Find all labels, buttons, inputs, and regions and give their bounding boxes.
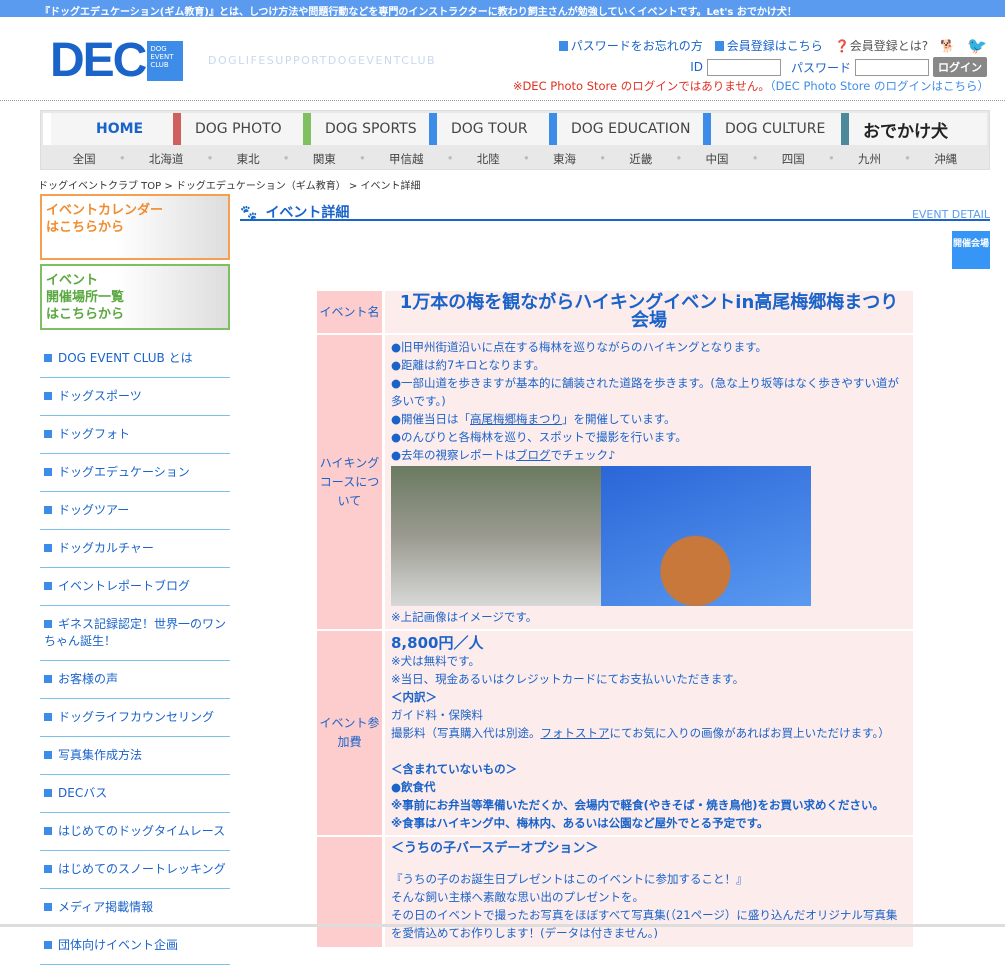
header: DEC DOG EVENT CLUB DOGLIFESUPPORTDOGEVENTC…: [0, 17, 1005, 101]
logo-box: DOG EVENT CLUB: [147, 41, 184, 81]
login-button[interactable]: ログイン: [933, 57, 987, 77]
logo-text: DEC: [50, 34, 147, 87]
row-label: イベント参加費: [317, 631, 385, 835]
row-label: [317, 837, 385, 947]
nav-tab-2[interactable]: DOG SPORTS: [303, 113, 429, 145]
sidebar-item[interactable]: ドッグカルチャー: [40, 530, 230, 568]
table-row: ハイキングコースについて ●旧甲州街道沿いに点在する梅林を巡りながらのハイキング…: [317, 335, 913, 629]
sidebar-item[interactable]: はじめてのスノートレッキング: [40, 851, 230, 889]
separator-dot: •: [675, 151, 683, 165]
region-link[interactable]: 近畿: [629, 151, 652, 167]
event-calendar-banner[interactable]: イベントカレンダー はこちらから: [40, 194, 230, 260]
separator-dot: •: [827, 151, 835, 165]
sidebar-item[interactable]: 団体向けイベント企画: [40, 927, 230, 965]
password-label: パスワード: [790, 60, 851, 75]
region-link[interactable]: 東海: [553, 151, 576, 167]
nav-tab-0[interactable]: HOME: [43, 113, 173, 145]
sidebar-item[interactable]: ドッグツアー: [40, 492, 230, 530]
nav-tab-5[interactable]: DOG CULTURE: [703, 113, 841, 145]
birthday-option: ＜うちの子バースデーオプション＞ 『うちの子のお誕生日プレゼントはこのイベントに…: [385, 837, 913, 947]
sidebar-item[interactable]: 写真集作成方法: [40, 737, 230, 775]
sidebar-item[interactable]: ドッグスポーツ: [40, 378, 230, 416]
venue-list-banner[interactable]: イベント 開催場所一覧 はこちらから: [40, 264, 230, 330]
main-nav: HOME DOG PHOTO DOG SPORTS DOG TOUR DOG EDUCA…: [40, 110, 990, 170]
event-detail-table: イベント名 1万本の梅を観ながらハイキングイベントin高尾梅郷梅まつり会場 ハイ…: [317, 289, 913, 949]
id-label: ID: [690, 60, 703, 74]
region-link[interactable]: 関東: [313, 151, 336, 167]
region-link[interactable]: 甲信越: [389, 151, 424, 167]
separator-dot: •: [599, 151, 607, 165]
twitter-icon[interactable]: 🐦: [967, 36, 987, 55]
venue-button[interactable]: 開催会場: [952, 231, 990, 269]
course-info: ●旧甲州街道沿いに点在する梅林を巡りながらのハイキングとなります。 ●距離は約7キ…: [385, 335, 913, 629]
sidebar-item[interactable]: DOG EVENT CLUB とは: [40, 340, 230, 378]
page-title: 🐾 イベント詳細 EVENT DETAIL: [240, 202, 990, 221]
dog-icon[interactable]: 🐕: [940, 39, 955, 53]
region-link[interactable]: 中国: [705, 151, 728, 167]
region-link[interactable]: 北海道: [149, 151, 184, 167]
login-notice: ※DEC Photo Store のログインではありません。（DEC Photo…: [512, 79, 989, 93]
nav-tab-3[interactable]: DOG TOUR: [429, 113, 549, 145]
id-input[interactable]: [706, 58, 781, 76]
nav-tab-6[interactable]: おでかけ犬: [841, 113, 987, 145]
about-membership-link[interactable]: ❓会員登録とは?: [835, 37, 928, 54]
photo-store-link[interactable]: フォトストア: [541, 726, 610, 740]
blog-link[interactable]: ブログ: [516, 448, 551, 462]
sidebar-item[interactable]: ギネス記録認定！世界一のワンちゃん誕生！: [40, 606, 230, 661]
dec-logo[interactable]: DEC DOG EVENT CLUB: [50, 34, 184, 87]
region-link[interactable]: 沖縄: [934, 151, 957, 167]
arrow-icon: [714, 41, 724, 51]
sidebar-item[interactable]: はじめてのドッグタイムレース: [40, 813, 230, 851]
paw-icon: 🐾: [240, 205, 258, 221]
sidebar-item[interactable]: DECバス: [40, 775, 230, 813]
region-link[interactable]: 東北: [237, 151, 260, 167]
sidebar-item[interactable]: メディア掲載情報: [40, 889, 230, 927]
sidebar-item[interactable]: お客様の声: [40, 661, 230, 699]
separator-dot: •: [206, 151, 214, 165]
festival-link[interactable]: 高尾梅郷梅まつり: [470, 412, 562, 426]
event-name: 1万本の梅を観ながらハイキングイベントin高尾梅郷梅まつり会場: [385, 291, 913, 333]
sidebar-item[interactable]: ドッグフォト: [40, 416, 230, 454]
sidebar-item[interactable]: ドッグエデュケーション: [40, 454, 230, 492]
login-form: ID パスワード ログイン: [690, 57, 987, 77]
tagline: DOGLIFESUPPORTDOGEVENTCLUB: [208, 54, 437, 67]
separator-dot: •: [118, 151, 126, 165]
separator-dot: •: [751, 151, 759, 165]
table-row: イベント名 1万本の梅を観ながらハイキングイベントin高尾梅郷梅まつり会場: [317, 291, 913, 333]
table-row: ＜うちの子バースデーオプション＞ 『うちの子のお誕生日プレゼントはこのイベントに…: [317, 837, 913, 947]
row-label: イベント名: [317, 291, 385, 333]
sidebar: イベントカレンダー はこちらから イベント 開催場所一覧 はこちらから DOG EVE…: [40, 194, 230, 965]
region-link[interactable]: 北陸: [477, 151, 500, 167]
separator-dot: •: [523, 151, 530, 165]
breadcrumb[interactable]: ドッグイベントクラブ TOP > ドッグエデュケーション（ギム教育） > イベン…: [38, 177, 420, 192]
region-link[interactable]: 四国: [782, 151, 805, 167]
sidebar-item[interactable]: イベントレポートブログ: [40, 568, 230, 606]
password-input[interactable]: [855, 58, 929, 76]
sidebar-item[interactable]: ドッグライフカウンセリング: [40, 699, 230, 737]
region-link[interactable]: 全国: [73, 151, 96, 167]
separator-dot: •: [446, 151, 454, 165]
nav-tab-1[interactable]: DOG PHOTO: [173, 113, 303, 145]
top-announcement-bar: 『ドッグエデュケーション(ギム教育)』とは、しつけ方法や問題行動などを専門のイン…: [0, 0, 1005, 18]
region-link[interactable]: 九州: [858, 151, 881, 167]
separator-dot: •: [359, 151, 366, 165]
dog-plum-blossom-photo: [601, 466, 811, 606]
nav-tab-4[interactable]: DOG EDUCATION: [549, 113, 703, 145]
separator-dot: •: [282, 151, 290, 165]
row-label: ハイキングコースについて: [317, 335, 385, 629]
fee-info: 8,800円／人 ※犬は無料です。 ※当日、現金あるいはクレジットカードにてお支払…: [385, 631, 913, 835]
separator-dot: •: [904, 151, 911, 165]
arrow-icon: [558, 41, 568, 51]
register-link[interactable]: 会員登録はこちら: [714, 37, 823, 54]
dogs-walking-photo: [391, 466, 601, 606]
question-icon: ❓: [834, 39, 850, 53]
forgot-password-link[interactable]: パスワードをお忘れの方: [558, 37, 703, 54]
page-title-en: EVENT DETAIL: [911, 208, 990, 221]
table-row: イベント参加費 8,800円／人 ※犬は無料です。 ※当日、現金あるいはクレジット…: [317, 631, 913, 835]
photo-store-login-link[interactable]: （DEC Photo Store のログインはこちら）: [770, 79, 989, 93]
